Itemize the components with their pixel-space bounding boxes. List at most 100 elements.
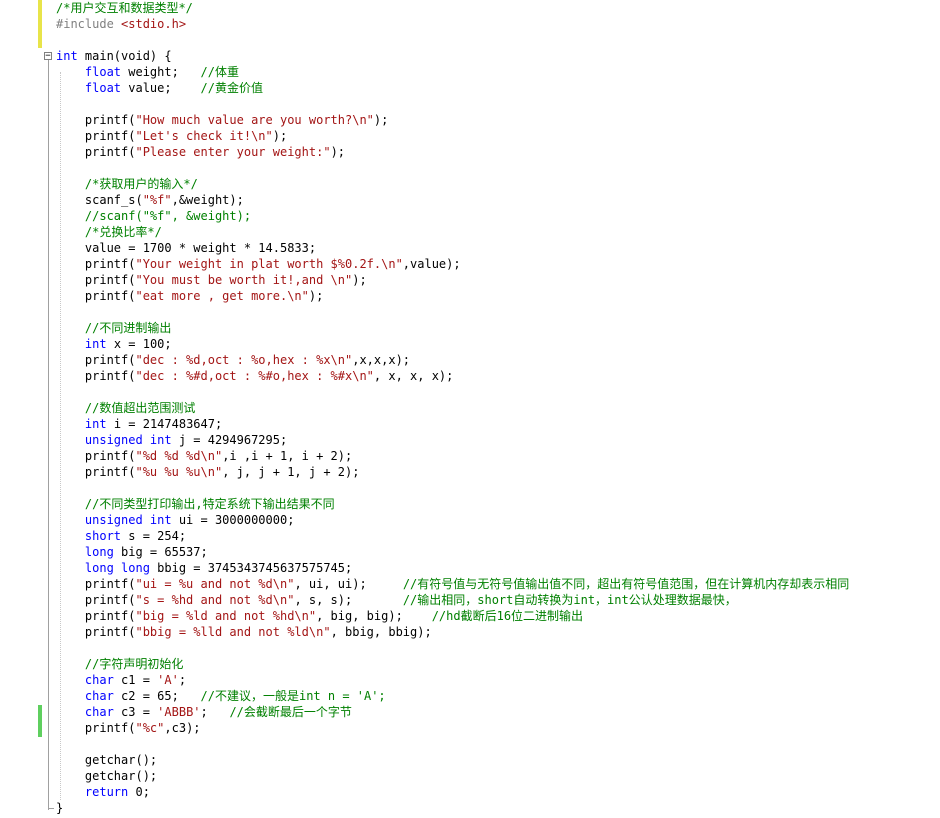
code-line[interactable]: unsigned int ui = 3000000000; — [56, 512, 295, 528]
code-line[interactable]: printf("s = %hd and not %d\n", s, s); //… — [56, 592, 737, 608]
code-line[interactable]: float value; //黄金价值 — [56, 80, 263, 96]
code-line[interactable]: printf("dec : %d,oct : %o,hex : %x\n",x,… — [56, 352, 410, 368]
code-line[interactable]: printf("Please enter your weight:"); — [56, 144, 345, 160]
code-token: printf( — [56, 625, 136, 639]
code-token: /*用户交互和数据类型*/ — [56, 1, 193, 15]
code-token: //黄金价值 — [200, 81, 263, 95]
code-token: "dec : %#d,oct : %#o,hex : %#x\n" — [135, 369, 374, 383]
code-token: //字符声明初始化 — [84, 657, 184, 671]
code-line[interactable]: char c1 = 'A'; — [56, 672, 186, 688]
code-line[interactable]: float weight; //体重 — [56, 64, 239, 80]
code-line[interactable]: short s = 254; — [56, 528, 186, 544]
code-token: "%d %d %d\n" — [135, 449, 223, 463]
code-line[interactable]: //scanf("%f", &weight); — [56, 208, 251, 224]
code-token: short — [84, 529, 122, 543]
code-line[interactable]: value = 1700 * weight * 14.5833; — [56, 240, 316, 256]
code-token: <stdio.h> — [121, 17, 187, 31]
collapse-icon[interactable]: ⊟− — [44, 52, 52, 61]
code-line[interactable]: #include <stdio.h> — [56, 16, 186, 32]
code-line[interactable]: scanf_s("%f",&weight); — [56, 192, 244, 208]
code-line[interactable]: //字符声明初始化 — [56, 656, 183, 672]
code-token: 'ABBB' — [157, 705, 201, 719]
code-line[interactable]: printf("%d %d %d\n",i ,i + 1, i + 2); — [56, 448, 352, 464]
code-token: char — [84, 705, 114, 719]
code-token: weight; — [121, 65, 201, 79]
code-line[interactable]: printf("Your weight in plat worth $%0.2f… — [56, 256, 461, 272]
code-token: int — [56, 49, 78, 63]
code-token: /*获取用户的输入*/ — [84, 177, 198, 191]
code-line[interactable]: printf("%u %u %u\n", j, j + 1, j + 2); — [56, 464, 360, 480]
code-line[interactable]: //不同类型打印输出,特定系统下输出结果不同 — [56, 496, 335, 512]
code-token: "s = %hd and not %d\n" — [135, 593, 295, 607]
code-line[interactable]: printf("big = %ld and not %hd\n", big, b… — [56, 608, 583, 624]
code-line[interactable]: //数值超出范围测试 — [56, 400, 195, 416]
code-token: "ui = %u and not %d\n" — [135, 577, 295, 591]
code-token: printf( — [56, 273, 136, 287]
code-line[interactable]: printf("You must be worth it!,and \n"); — [56, 272, 367, 288]
code-token: int — [84, 337, 107, 351]
code-line[interactable]: char c2 = 65; //不建议，一般是int n = 'A'; — [56, 688, 386, 704]
code-token: char — [84, 689, 114, 703]
code-token: //会截断最后一个字节 — [229, 705, 352, 719]
code-line[interactable]: long long bbig = 3745343745637575745; — [56, 560, 352, 576]
code-token: printf( — [56, 145, 136, 159]
code-token: float — [84, 65, 122, 79]
code-token: printf( — [56, 449, 136, 463]
code-token: ); — [373, 113, 389, 127]
code-token: j = 4294967295; — [171, 433, 288, 447]
code-token: return — [84, 785, 129, 799]
code-line[interactable]: char c3 = 'ABBB'; //会截断最后一个字节 — [56, 704, 352, 720]
code-editor[interactable]: ⊟− /*用户交互和数据类型*/#include <stdio.h> int ma… — [0, 0, 940, 818]
code-token: printf( — [56, 353, 136, 367]
code-token: ); — [308, 289, 324, 303]
code-line[interactable]: printf("Let's check it!\n"); — [56, 128, 287, 144]
code-token: "eat more , get more.\n" — [135, 289, 309, 303]
code-token: ); — [272, 129, 288, 143]
code-token: //不同进制输出 — [84, 321, 172, 335]
code-line[interactable]: /*获取用户的输入*/ — [56, 176, 198, 192]
code-line[interactable]: long big = 65537; — [56, 544, 208, 560]
code-line[interactable]: int main(void) { — [56, 48, 172, 64]
code-line[interactable]: int x = 100; — [56, 336, 172, 352]
code-line[interactable]: } — [56, 800, 63, 816]
code-line[interactable]: /*兑换比率*/ — [56, 224, 162, 240]
code-token: /*兑换比率*/ — [84, 225, 162, 239]
code-line[interactable]: return 0; — [56, 784, 150, 800]
code-token: //输出相同，short自动转换为int，int公认处理数据最快， — [402, 593, 737, 607]
code-token: printf( — [56, 609, 136, 623]
code-token: long long — [84, 561, 150, 575]
code-token: char — [84, 673, 114, 687]
code-line[interactable]: printf("ui = %u and not %d\n", ui, ui); … — [56, 576, 849, 592]
code-token: c2 = 65; — [113, 689, 201, 703]
code-token: ,i ,i + 1, i + 2); — [222, 449, 353, 463]
outline-end — [48, 808, 54, 809]
code-line[interactable]: //不同进制输出 — [56, 320, 171, 336]
code-line[interactable]: unsigned int j = 4294967295; — [56, 432, 287, 448]
code-token: ,x,x,x); — [352, 353, 411, 367]
outline-line — [48, 58, 49, 810]
code-token: "%u %u %u\n" — [135, 465, 223, 479]
code-token: 'A' — [157, 673, 179, 687]
code-line[interactable]: printf("eat more , get more.\n"); — [56, 288, 323, 304]
code-token: //数值超出范围测试 — [84, 401, 196, 415]
code-line[interactable]: printf("How much value are you worth?\n"… — [56, 112, 388, 128]
code-line[interactable]: printf("%c",c3); — [56, 720, 201, 736]
code-token: ); — [352, 273, 367, 287]
code-token: long — [84, 545, 114, 559]
code-line[interactable]: getchar(); — [56, 752, 157, 768]
code-token: ; — [178, 673, 187, 687]
code-line[interactable]: /*用户交互和数据类型*/ — [56, 0, 193, 16]
code-token: "Let's check it!\n" — [135, 129, 273, 143]
code-line[interactable]: int i = 2147483647; — [56, 416, 222, 432]
code-line[interactable]: printf("bbig = %lld and not %ld\n", bbig… — [56, 624, 432, 640]
saved-lines-marker — [38, 705, 42, 737]
code-line[interactable]: printf("dec : %#d,oct : %#o,hex : %#x\n"… — [56, 368, 454, 384]
code-line[interactable]: getchar(); — [56, 768, 157, 784]
